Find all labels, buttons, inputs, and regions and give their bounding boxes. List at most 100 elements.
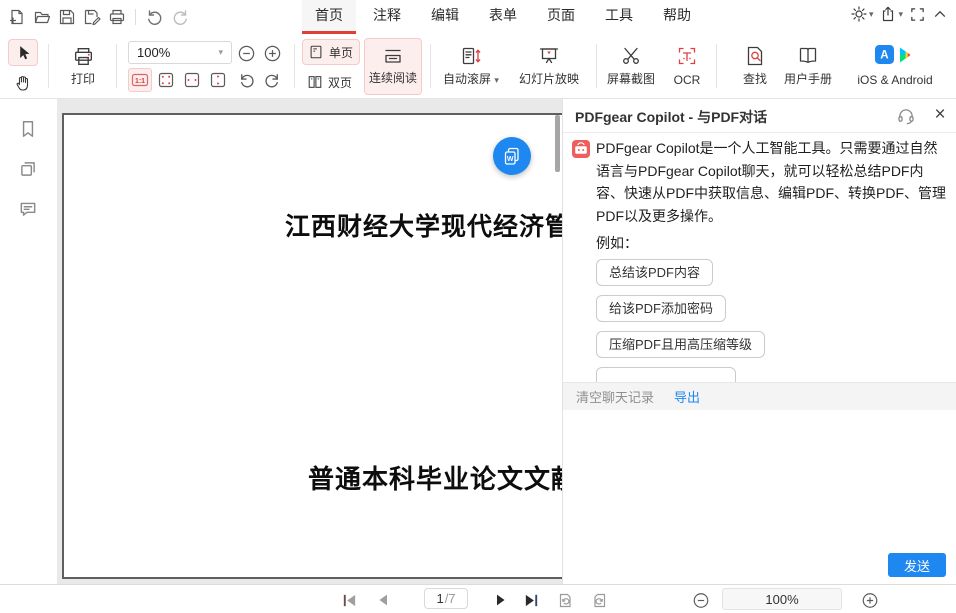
find-button[interactable]: 查找 bbox=[734, 38, 776, 95]
support-button[interactable] bbox=[896, 106, 916, 126]
quickbar-divider bbox=[135, 9, 136, 25]
tab-annotate[interactable]: 注释 bbox=[360, 0, 414, 34]
zoom-in-button[interactable] bbox=[262, 43, 282, 63]
suggestion-summarize[interactable]: 总结该PDF内容 bbox=[596, 259, 713, 286]
toolbar-divider bbox=[294, 44, 295, 88]
close-panel-button[interactable]: × bbox=[927, 102, 953, 128]
print-icon bbox=[108, 8, 126, 26]
slideshow-button[interactable]: 幻灯片放映 bbox=[508, 38, 590, 95]
suggestion-add-password[interactable]: 给该PDF添加密码 bbox=[596, 295, 726, 322]
status-zoom-out-button[interactable] bbox=[692, 591, 710, 609]
google-play-icon bbox=[897, 46, 915, 64]
last-page-button[interactable] bbox=[522, 591, 540, 609]
previous-page-icon bbox=[375, 592, 391, 608]
fullscreen-icon bbox=[909, 6, 926, 23]
fit-height-button[interactable] bbox=[206, 68, 230, 92]
status-zoom-in-button[interactable] bbox=[861, 591, 879, 609]
bookmark-icon bbox=[18, 119, 38, 139]
rotate-page-left-icon bbox=[557, 592, 574, 609]
share-button[interactable]: ▾ bbox=[879, 5, 903, 23]
chat-input-area[interactable]: 发送 bbox=[563, 410, 956, 584]
status-zoom-value[interactable]: 100% bbox=[722, 588, 842, 610]
single-page-button[interactable]: 单页 bbox=[302, 39, 360, 65]
chat-actions-bar: 清空聊天记录 导出 bbox=[563, 382, 956, 410]
undo-button[interactable] bbox=[142, 5, 167, 29]
fit-width-button[interactable] bbox=[180, 68, 204, 92]
svg-text:A: A bbox=[880, 49, 889, 62]
rotate-page-left-button[interactable] bbox=[556, 591, 574, 609]
print-icon bbox=[72, 45, 95, 68]
send-button[interactable]: 发送 bbox=[888, 553, 946, 577]
save-button[interactable] bbox=[54, 5, 79, 29]
mobile-apps-button[interactable]: A iOS & Android bbox=[840, 38, 950, 95]
main-toolbar: 打印 100% ▾ 1:1 bbox=[0, 34, 956, 99]
word-convert-icon: W bbox=[501, 145, 523, 167]
rotate-left-button[interactable] bbox=[234, 68, 258, 92]
scissors-icon bbox=[620, 45, 642, 67]
tab-edit[interactable]: 编辑 bbox=[418, 0, 472, 34]
redo-button[interactable] bbox=[167, 5, 192, 29]
redo-icon bbox=[171, 8, 189, 26]
tab-home[interactable]: 首页 bbox=[302, 0, 356, 34]
save-as-button[interactable] bbox=[79, 5, 104, 29]
ocr-button[interactable]: OCR bbox=[664, 38, 710, 95]
rotate-right-button[interactable] bbox=[260, 68, 284, 92]
fit-height-icon bbox=[208, 70, 228, 90]
fit-page-button[interactable] bbox=[154, 68, 178, 92]
ocr-icon bbox=[676, 45, 698, 67]
toolbar-divider bbox=[48, 44, 49, 88]
document-title-line2: 普通本科毕业论文文献综述 bbox=[308, 459, 562, 496]
bookmarks-panel-button[interactable] bbox=[18, 119, 40, 141]
clear-history-button[interactable]: 清空聊天记录 bbox=[576, 387, 654, 406]
tab-form[interactable]: 表单 bbox=[476, 0, 530, 34]
tab-page[interactable]: 页面 bbox=[534, 0, 588, 34]
document-scrollbar-thumb[interactable] bbox=[555, 115, 560, 172]
theme-button[interactable]: ▾ bbox=[850, 5, 874, 23]
collapse-ribbon-button[interactable] bbox=[932, 6, 948, 22]
quick-access-bar: 首页 注释 编辑 表单 页面 工具 帮助 ▾ ▾ bbox=[0, 0, 956, 34]
comments-panel-button[interactable] bbox=[18, 199, 40, 221]
quick-print-button[interactable] bbox=[104, 5, 129, 29]
print-button[interactable]: 打印 bbox=[56, 38, 110, 95]
rotate-page-right-button[interactable] bbox=[590, 591, 608, 609]
pdfgear-window: 首页 注释 编辑 表单 页面 工具 帮助 ▾ ▾ bbox=[0, 0, 956, 613]
tab-help[interactable]: 帮助 bbox=[650, 0, 704, 34]
tab-tools[interactable]: 工具 bbox=[592, 0, 646, 34]
screen-capture-button[interactable]: 屏幕截图 bbox=[602, 38, 660, 95]
zoom-out-button[interactable] bbox=[236, 43, 256, 63]
next-page-button[interactable] bbox=[492, 591, 510, 609]
previous-page-button[interactable] bbox=[374, 591, 392, 609]
auto-scroll-button[interactable]: 自动滚屏 ▾ bbox=[438, 38, 504, 95]
next-page-icon bbox=[493, 592, 509, 608]
hand-tool-button[interactable] bbox=[8, 69, 38, 96]
actual-size-button[interactable]: 1:1 bbox=[128, 68, 152, 92]
save-as-icon bbox=[83, 8, 101, 26]
fullscreen-button[interactable] bbox=[909, 6, 926, 23]
continuous-read-button[interactable]: 连续阅读 bbox=[364, 38, 422, 95]
suggestion-compress[interactable]: 压缩PDF且用高压缩等级 bbox=[596, 331, 765, 358]
app-store-icon: A bbox=[875, 45, 894, 64]
menu-tabs: 首页 注释 编辑 表单 页面 工具 帮助 bbox=[300, 0, 706, 34]
mobile-apps-label: iOS & Android bbox=[857, 73, 932, 87]
copilot-avatar bbox=[572, 140, 590, 158]
select-tool-button[interactable] bbox=[8, 39, 38, 66]
first-page-button[interactable] bbox=[340, 591, 358, 609]
zoom-value: 100% bbox=[137, 45, 170, 60]
document-view[interactable]: 江西财经大学现代经济管理 普通本科毕业论文文献综述 W bbox=[57, 99, 562, 584]
convert-to-word-badge[interactable]: W bbox=[493, 137, 531, 175]
new-file-button[interactable] bbox=[4, 5, 29, 29]
open-file-button[interactable] bbox=[29, 5, 54, 29]
user-manual-button[interactable]: 用户手册 bbox=[780, 38, 836, 95]
toolbar-divider bbox=[596, 44, 597, 88]
double-page-button[interactable]: 双页 bbox=[302, 69, 360, 95]
export-chat-button[interactable]: 导出 bbox=[674, 387, 700, 406]
robot-icon bbox=[572, 140, 590, 158]
page-thumbnails-button[interactable] bbox=[18, 159, 40, 181]
pdf-page: 江西财经大学现代经济管理 普通本科毕业论文文献综述 bbox=[62, 113, 562, 579]
page-number-input[interactable]: 1 /7 bbox=[424, 588, 468, 609]
double-page-label: 双页 bbox=[328, 74, 352, 91]
fit-page-icon bbox=[156, 70, 176, 90]
zoom-select[interactable]: 100% ▾ bbox=[128, 41, 232, 64]
single-page-label: 单页 bbox=[329, 44, 353, 61]
plus-circle-icon bbox=[263, 44, 282, 63]
